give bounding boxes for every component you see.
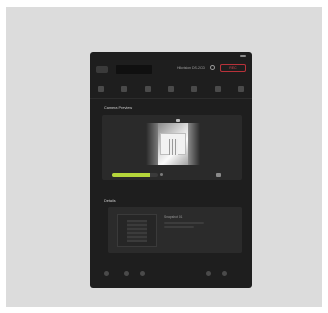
gear-icon[interactable]	[210, 65, 215, 70]
fullscreen-icon[interactable]	[216, 173, 221, 177]
battery-icon	[240, 55, 246, 57]
details-section-label: Details	[104, 199, 116, 203]
nav-more-icon[interactable]	[222, 271, 227, 276]
text-line	[164, 226, 194, 228]
details-panel: Snapshot 01	[108, 207, 242, 253]
document-title: Snapshot 01	[164, 215, 183, 219]
nav-share-icon[interactable]	[206, 271, 211, 276]
divider	[90, 98, 252, 99]
toolbar-icon[interactable]	[121, 86, 128, 92]
app-title-block	[116, 65, 152, 74]
record-button[interactable]: REC	[220, 64, 246, 72]
nav-home-icon[interactable]	[104, 271, 109, 276]
progress-marker[interactable]	[160, 173, 163, 176]
bottom-bar	[90, 266, 252, 280]
text-line	[164, 222, 204, 224]
camera-preview-image[interactable]	[146, 123, 200, 165]
playback-progress-bar[interactable]	[112, 173, 158, 177]
top-bar: Hikvision DS-2CD REC	[90, 60, 252, 80]
document-thumbnail[interactable]	[117, 214, 157, 247]
status-bar	[90, 52, 252, 60]
nav-list-icon[interactable]	[140, 271, 145, 276]
nav-search-icon[interactable]	[124, 271, 129, 276]
camera-icon	[176, 119, 180, 122]
back-arrow-icon[interactable]	[96, 66, 108, 73]
toolbar-icon[interactable]	[144, 86, 151, 92]
toolbar-icon[interactable]	[237, 86, 244, 92]
screenshot-frame: Hikvision DS-2CD REC Camera Preview Deta…	[6, 7, 322, 307]
app-window: Hikvision DS-2CD REC Camera Preview Deta…	[90, 52, 252, 288]
toolbar-icon[interactable]	[214, 86, 221, 92]
toolbar-icon[interactable]	[167, 86, 174, 92]
device-model-label: Hikvision DS-2CD	[177, 66, 206, 70]
preview-section-label: Camera Preview	[104, 106, 133, 110]
camera-preview-panel[interactable]	[102, 115, 242, 180]
toolbar-icon[interactable]	[98, 86, 104, 92]
toolbar-icon[interactable]	[191, 86, 198, 92]
progress-fill	[112, 173, 150, 177]
toolbar	[98, 84, 244, 94]
